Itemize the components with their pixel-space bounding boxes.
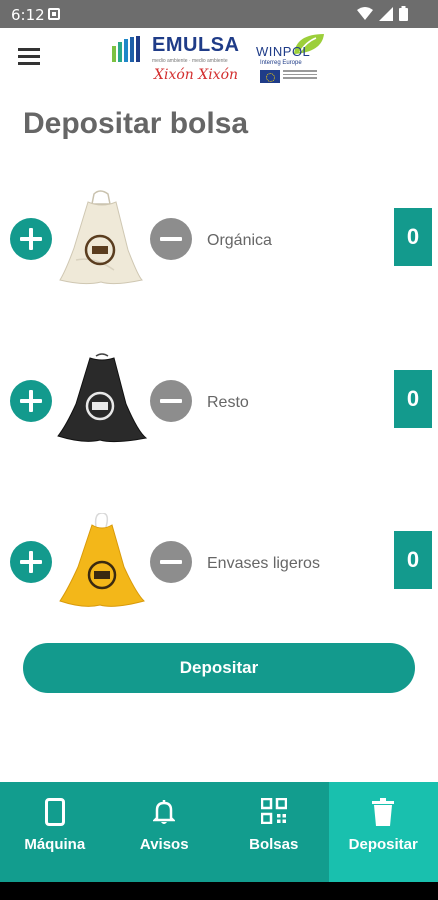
add-envases-button[interactable] [10, 541, 52, 583]
nav-item-avisos[interactable]: Avisos [110, 782, 220, 882]
bag-label-envases: Envases ligeros [207, 555, 320, 572]
envases-bag-image [59, 513, 145, 607]
deposit-button[interactable]: Depositar [23, 643, 415, 693]
organica-bag-image [59, 190, 144, 285]
emulsa-name: EMULSA [152, 34, 240, 56]
phone-icon [44, 798, 65, 826]
battery-icon [399, 6, 408, 21]
emulsa-logo: EMULSA medio ambiente · medio ambiente X… [112, 32, 242, 88]
nav-label-bolsas: Bolsas [249, 836, 299, 853]
wifi-icon [357, 6, 373, 20]
winpol-subtitle: Interreg Europe [260, 60, 302, 66]
signal-icon [379, 6, 393, 21]
emulsa-bars-icon [112, 36, 140, 62]
nav-label-depositar: Depositar [348, 836, 418, 853]
add-resto-button[interactable] [10, 380, 52, 422]
emulsa-city: Xixón Xixón [154, 67, 239, 83]
remove-envases-button[interactable] [150, 541, 192, 583]
nav-item-bolsas[interactable]: Bolsas [219, 782, 329, 882]
system-navigation-bar [0, 882, 438, 900]
count-envases: 0 [394, 531, 432, 589]
bag-row-organica: Orgánica 0 [0, 190, 438, 290]
eu-flag-icon [260, 70, 280, 83]
bag-row-envases: Envases ligeros 0 [0, 513, 438, 613]
page-title: Depositar bolsa [23, 107, 249, 140]
winpol-name: WINPOL [256, 44, 311, 59]
status-time: 6:12 [11, 6, 45, 24]
bag-label-organica: Orgánica [207, 232, 272, 249]
nav-item-depositar[interactable]: Depositar [328, 782, 438, 882]
nav-label-avisos: Avisos [139, 836, 189, 853]
qr-code-icon [260, 798, 287, 824]
app-bar: EMULSA medio ambiente · medio ambiente X… [0, 28, 438, 90]
winpol-logo: WINPOL Interreg Europe [256, 32, 328, 88]
trash-icon [372, 798, 395, 826]
bag-label-resto: Resto [207, 394, 249, 411]
status-icons [357, 6, 408, 21]
bag-row-resto: Resto 0 [0, 352, 438, 452]
notification-icon [48, 8, 60, 20]
add-organica-button[interactable] [10, 218, 52, 260]
count-organica: 0 [394, 208, 432, 266]
bell-icon [153, 800, 176, 824]
nav-label-maquina: Máquina [24, 836, 86, 853]
status-bar: 6:12 [0, 0, 438, 28]
nav-item-maquina[interactable]: Máquina [0, 782, 110, 882]
bottom-nav: Máquina Avisos Bolsas Depositar [0, 782, 438, 882]
hamburger-menu-icon[interactable] [18, 48, 40, 66]
remove-resto-button[interactable] [150, 380, 192, 422]
count-resto: 0 [394, 370, 432, 428]
emulsa-tagline: medio ambiente · medio ambiente [152, 58, 228, 64]
resto-bag-image [57, 353, 148, 443]
eu-funding-text [283, 70, 317, 83]
remove-organica-button[interactable] [150, 218, 192, 260]
